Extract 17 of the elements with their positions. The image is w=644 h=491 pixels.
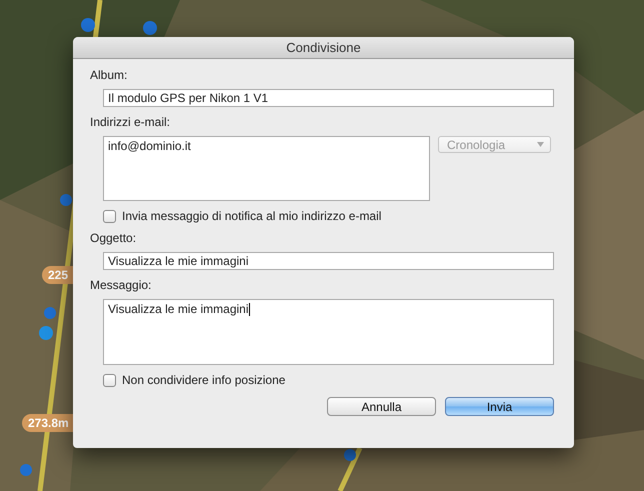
field-label: Indirizzi e-mail: [90,115,172,129]
input-field[interactable]: Il modulo GPS per Nikon 1 V1 [103,89,554,107]
checkbox[interactable] [103,210,116,222]
input-field[interactable]: Visualizza le mie immagini [103,299,554,365]
field-label: Messaggio: [90,278,152,292]
field-label: Album: [90,68,128,82]
checkbox[interactable] [103,374,116,386]
cancel-button[interactable]: Annulla [327,397,436,416]
input-field[interactable]: Visualizza le mie immagini [103,252,554,270]
send-button[interactable]: Invia [445,397,554,416]
window-title: Condivisione [73,37,574,59]
checkbox-label: Non condividere info posizione [122,373,286,387]
caret-icon [537,142,544,147]
elevation-label: 273.8m [22,414,75,432]
checkbox-label: Invia messaggio di notifica al mio indirizzo e-mail [122,209,382,223]
input-field[interactable]: info@dominio.it [103,136,430,201]
field-label: Oggetto: [90,231,138,245]
